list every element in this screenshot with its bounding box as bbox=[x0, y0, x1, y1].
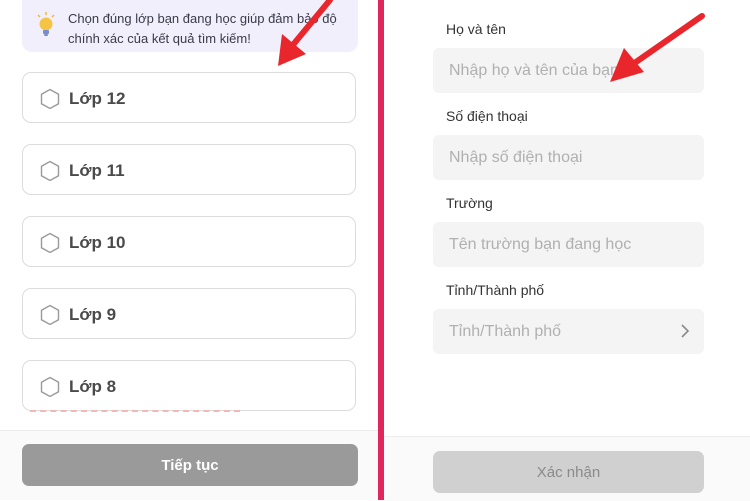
full-name-label: Họ và tên bbox=[446, 21, 506, 37]
hexagon-icon bbox=[40, 232, 60, 254]
class-option-label: Lớp 12 bbox=[69, 89, 126, 108]
province-select-value: Tỉnh/Thành phố bbox=[449, 322, 562, 340]
hexagon-icon bbox=[40, 304, 60, 326]
school-label: Trường bbox=[446, 195, 493, 211]
hexagon-icon bbox=[40, 160, 60, 182]
hexagon-icon bbox=[40, 88, 60, 110]
lightbulb-icon bbox=[37, 12, 55, 36]
right-footer: Xác nhận bbox=[384, 436, 750, 501]
phone-label: Số điện thoại bbox=[446, 108, 528, 124]
class-option-label: Lớp 9 bbox=[69, 305, 117, 324]
province-select[interactable]: Tỉnh/Thành phố bbox=[433, 309, 704, 354]
class-select-screen: Chọn đúng lớp bạn đang học giúp đảm bảo … bbox=[0, 0, 378, 500]
decorative-dash bbox=[30, 410, 240, 414]
province-label: Tỉnh/Thành phố bbox=[446, 282, 545, 298]
class-option-12[interactable]: Lớp 12 bbox=[22, 72, 356, 123]
continue-button[interactable]: Tiếp tục bbox=[22, 444, 358, 486]
hint-box: Chọn đúng lớp bạn đang học giúp đảm bảo … bbox=[22, 0, 358, 52]
class-option-label: Lớp 10 bbox=[69, 233, 126, 252]
profile-form-screen: Họ và tên Nhập họ và tên của bạn Số điện… bbox=[384, 0, 750, 501]
confirm-button[interactable]: Xác nhận bbox=[433, 451, 704, 493]
hexagon-icon bbox=[40, 376, 60, 398]
class-option-9[interactable]: Lớp 9 bbox=[22, 288, 356, 339]
phone-input[interactable]: Nhập số điện thoại bbox=[433, 135, 704, 180]
class-option-label: Lớp 11 bbox=[69, 161, 125, 180]
chevron-right-icon bbox=[681, 324, 690, 338]
class-option-11[interactable]: Lớp 11 bbox=[22, 144, 356, 195]
left-footer: Tiếp tục bbox=[0, 430, 378, 500]
school-input[interactable]: Tên trường bạn đang học bbox=[433, 222, 704, 267]
class-option-10[interactable]: Lớp 10 bbox=[22, 216, 356, 267]
class-option-8[interactable]: Lớp 8 bbox=[22, 360, 356, 411]
class-option-label: Lớp 8 bbox=[69, 377, 117, 396]
class-option-list: Lớp 12 Lớp 11 Lớp 10 Lớp 9 Lớp 8 bbox=[22, 72, 358, 432]
hint-text: Chọn đúng lớp bạn đang học giúp đảm bảo … bbox=[68, 11, 337, 46]
full-name-input[interactable]: Nhập họ và tên của bạn bbox=[433, 48, 704, 93]
